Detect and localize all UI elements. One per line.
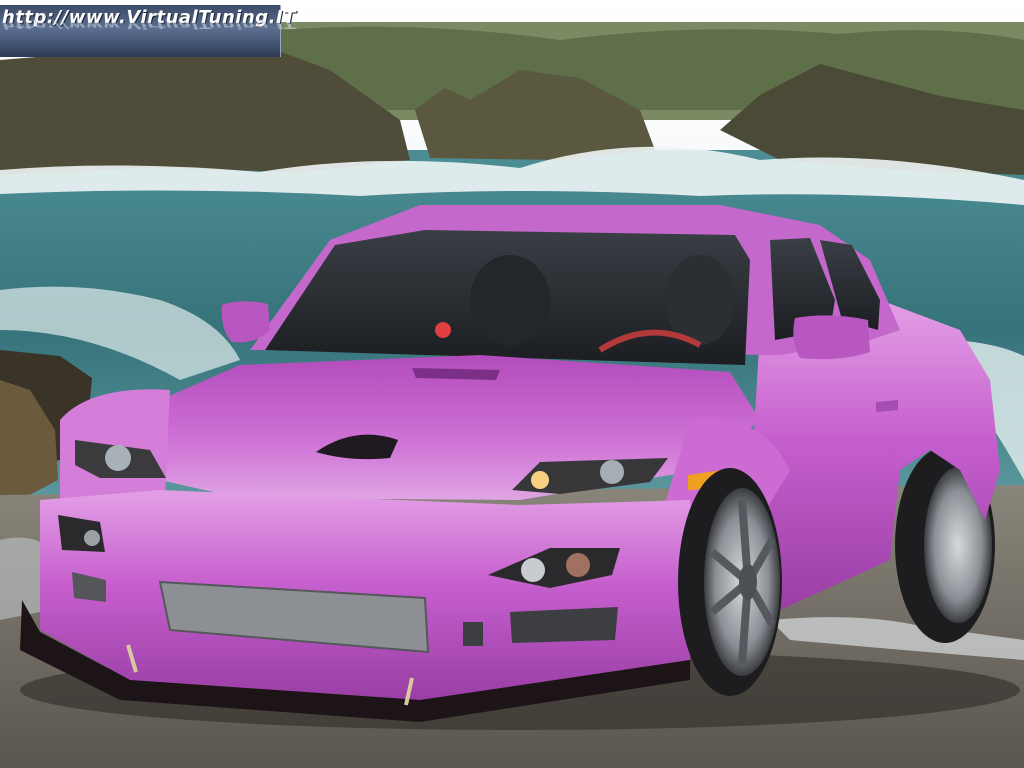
site-watermark: http://www.VirtualTuning.IT http://www.V… [0, 5, 296, 57]
photo-scene: http://www.VirtualTuning.IT http://www.V… [0, 0, 1024, 768]
car-photo [0, 0, 1024, 768]
watermark-reflection: http://www.VirtualTuning.IT [2, 19, 296, 31]
